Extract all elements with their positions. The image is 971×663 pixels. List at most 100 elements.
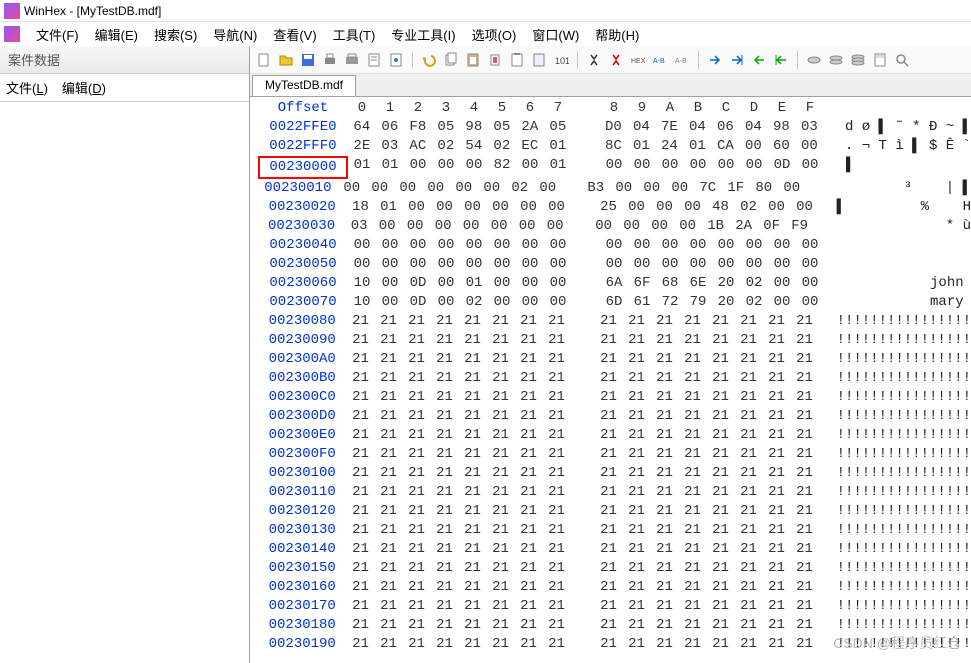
bytes-group-1[interactable]: 0000000000000000 (348, 236, 580, 255)
hex-row[interactable]: 0023015021212121212121212121212121212121… (258, 559, 971, 578)
bytes-group-1[interactable]: 0000000000000000 (348, 255, 580, 274)
bytes-group-1[interactable]: 6406F80598052A05 (348, 118, 580, 137)
hex-row[interactable]: 0023014021212121212121212121212121212121… (258, 540, 971, 559)
hex-row[interactable]: 0023013021212121212121212121212121212121… (258, 521, 971, 540)
bytes-group-1[interactable]: 2121212121212121 (346, 407, 574, 426)
bytes-group-2[interactable]: 2121212121212121 (595, 521, 823, 540)
bytes-group-1[interactable]: 2121212121212121 (346, 502, 574, 521)
hex-row[interactable]: 0023019021212121212121212121212121212121… (258, 635, 971, 654)
hex-row[interactable]: 0023009021212121212121212121212121212121… (258, 331, 971, 350)
bytes-group-2[interactable]: 6D61727920020000 (600, 293, 832, 312)
hex-row[interactable]: 0023010021212121212121212121212121212121… (258, 464, 971, 483)
bytes-group-2[interactable]: 2121212121212121 (595, 616, 823, 635)
bytes-group-1[interactable]: 2E03AC025402EC01 (348, 137, 580, 156)
ascii-cell[interactable]: !!!!!!!!!!!!!!!! (837, 407, 971, 426)
bytes-group-2[interactable]: 2121212121212121 (595, 426, 823, 445)
ascii-cell[interactable]: !!!!!!!!!!!!!!!! (837, 540, 971, 559)
find-red-icon[interactable] (606, 50, 626, 70)
hex-row[interactable]: 0022FFE06406F80598052A05D0047E0406049803… (258, 118, 971, 137)
ascii-cell[interactable]: !!!!!!!!!!!!!!!! (837, 483, 971, 502)
bytes-group-1[interactable]: 2121212121212121 (346, 331, 574, 350)
bytes-group-2[interactable]: 0000000000000000 (600, 236, 832, 255)
disk2-icon[interactable] (826, 50, 846, 70)
ascii-cell[interactable]: !!!!!!!!!!!!!!!! (837, 502, 971, 521)
ascii-cell[interactable]: * ù (828, 217, 971, 236)
ascii-cell[interactable]: ▌ (846, 156, 854, 179)
ascii-cell[interactable]: !!!!!!!!!!!!!!!! (837, 426, 971, 445)
bytes-group-1[interactable]: 2121212121212121 (346, 312, 574, 331)
ascii-cell[interactable]: !!!!!!!!!!!!!!!! (837, 445, 971, 464)
bytes-group-2[interactable]: 0000000000000000 (600, 255, 832, 274)
menu-item-5[interactable]: 工具(T) (325, 23, 384, 46)
bytes-group-1[interactable]: 10000D0001000000 (348, 274, 580, 293)
bytes-group-2[interactable]: 8C012401CA006000 (599, 137, 831, 156)
new-icon[interactable] (254, 50, 274, 70)
bytes-group-1[interactable]: 0000000000000200 (338, 179, 562, 198)
save-icon[interactable] (298, 50, 318, 70)
bytes-group-1[interactable]: 2121212121212121 (346, 369, 574, 388)
bytes-group-2[interactable]: 2121212121212121 (595, 502, 823, 521)
hex-row[interactable]: 002300E021212121212121212121212121212121… (258, 426, 971, 445)
paste-icon[interactable] (463, 50, 483, 70)
bytes-group-2[interactable]: 2500000048020000 (595, 198, 823, 217)
arrow-left-icon[interactable] (749, 50, 769, 70)
bytes-group-2[interactable]: 2121212121212121 (595, 559, 823, 578)
hex-row[interactable]: 002300100000000000000200B30000007C1F8000… (258, 179, 971, 198)
search-glass-icon[interactable] (892, 50, 912, 70)
bytes-group-1[interactable]: 2121212121212121 (346, 426, 574, 445)
menu-item-8[interactable]: 窗口(W) (524, 23, 587, 46)
bytes-group-1[interactable]: 2121212121212121 (346, 559, 574, 578)
hex-row[interactable]: 002300F021212121212121212121212121212121… (258, 445, 971, 464)
bytes-group-1[interactable]: 2121212121212121 (346, 483, 574, 502)
bytes-group-2[interactable]: 2121212121212121 (595, 597, 823, 616)
menu-item-4[interactable]: 查看(V) (265, 23, 324, 46)
bytes-group-1[interactable]: 0300000000000000 (345, 217, 570, 236)
clipboard-icon[interactable] (507, 50, 527, 70)
bytes-group-2[interactable]: D0047E0406049803 (599, 118, 831, 137)
ascii-cell[interactable]: ³ | ▌ (820, 179, 971, 198)
hex-row[interactable]: 002300300300000000000000000000001B2A0FF9… (258, 217, 971, 236)
bytes-group-2[interactable]: 2121212121212121 (595, 331, 823, 350)
hex-row[interactable]: 0023017021212121212121212121212121212121… (258, 597, 971, 616)
bytes-group-2[interactable]: 2121212121212121 (595, 350, 823, 369)
open-icon[interactable] (276, 50, 296, 70)
bytes-group-2[interactable]: B30000007C1F8000 (582, 179, 806, 198)
bytes-group-2[interactable]: 2121212121212121 (595, 578, 823, 597)
menu-item-7[interactable]: 选项(O) (464, 23, 525, 46)
ascii-cell[interactable]: !!!!!!!!!!!!!!!! (837, 597, 971, 616)
hex-row[interactable]: 0023000001010000008200010000000000000D00… (258, 156, 971, 179)
bytes-group-2[interactable]: 2121212121212121 (595, 312, 823, 331)
hex-area[interactable]: Offset0123456789ABCDEF0022FFE06406F80598… (250, 96, 971, 663)
ascii-cell[interactable]: !!!!!!!!!!!!!!!! (837, 331, 971, 350)
bytes-group-2[interactable]: 2121212121212121 (595, 540, 823, 559)
tab-file[interactable]: MyTestDB.mdf (252, 75, 356, 97)
sidebar-item-edit[interactable]: 编辑(D) (62, 78, 106, 97)
arrow-left2-icon[interactable] (771, 50, 791, 70)
bytes-group-2[interactable]: 2121212121212121 (595, 483, 823, 502)
bytes-group-1[interactable]: 2121212121212121 (346, 350, 574, 369)
hex2-icon[interactable]: A-B (650, 50, 670, 70)
ascii-cell[interactable]: !!!!!!!!!!!!!!!! (837, 578, 971, 597)
ascii-cell[interactable]: d ø ▌ ˜ * Ð ~ ▌ (845, 118, 971, 137)
hex-row[interactable]: 0023002018010000000000002500000048020000… (258, 198, 971, 217)
ascii-cell[interactable]: !!!!!!!!!!!!!!!! (837, 312, 971, 331)
bytes-group-1[interactable]: 2121212121212121 (346, 616, 574, 635)
copy-icon[interactable] (441, 50, 461, 70)
print-icon[interactable] (320, 50, 340, 70)
bytes-group-1[interactable]: 2121212121212121 (346, 388, 574, 407)
ascii-cell[interactable]: . ¬ T ì ▌ $ Ê ` (845, 137, 971, 156)
arrow-right2-icon[interactable] (727, 50, 747, 70)
ascii-cell[interactable]: mary (846, 293, 964, 312)
hex-row[interactable]: 002300B021212121212121212121212121212121… (258, 369, 971, 388)
bytes-group-2[interactable]: 2121212121212121 (595, 369, 823, 388)
hex3-icon[interactable]: A-B (672, 50, 692, 70)
bytes-group-1[interactable]: 2121212121212121 (346, 445, 574, 464)
hex-row[interactable]: 0023004000000000000000000000000000000000 (258, 236, 971, 255)
bytes-group-1[interactable]: 2121212121212121 (346, 597, 574, 616)
menu-item-0[interactable]: 文件(F) (28, 23, 87, 46)
bytes-group-2[interactable]: 6A6F686E20020000 (600, 274, 832, 293)
ascii-cell[interactable]: !!!!!!!!!!!!!!!! (837, 388, 971, 407)
clipboard2-icon[interactable] (529, 50, 549, 70)
bytes-group-1[interactable]: 2121212121212121 (346, 540, 574, 559)
bytes-group-1[interactable]: 0101000000820001 (348, 156, 580, 179)
